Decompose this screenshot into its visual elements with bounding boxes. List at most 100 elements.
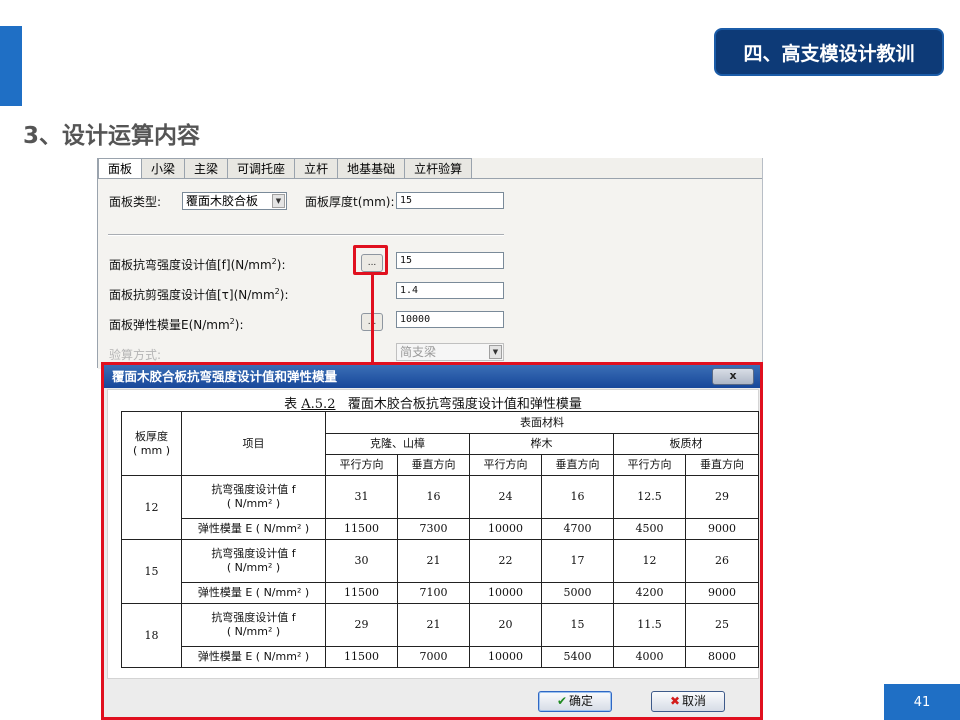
value-cell: 7100 [397, 582, 470, 604]
close-button[interactable]: x [712, 368, 754, 385]
checkmark-icon: ✔ [556, 694, 568, 708]
material-dialog: 覆面木胶合板抗弯强度设计值和弹性模量 x 表 A.5.2 覆面木胶合板抗弯强度设… [101, 362, 763, 720]
thickness-cell: 18 [121, 603, 182, 668]
chevron-down-icon: ▼ [272, 194, 285, 208]
item-elastic: 弹性模量 E ( N/mm² ) [181, 582, 326, 604]
calc-method-select[interactable]: 简支梁 ▼ [396, 343, 504, 361]
value-cell: 25 [685, 603, 759, 647]
close-icon: x [729, 369, 737, 382]
item-bending: 抗弯强度设计值 f( N/mm² ) [181, 475, 326, 519]
cross-icon: ✖ [669, 694, 681, 708]
value-cell: 4200 [613, 582, 686, 604]
header-direction: 垂直方向 [397, 454, 470, 476]
page-number: 41 [884, 684, 960, 720]
value-cell: 15 [541, 603, 614, 647]
value-cell: 5000 [541, 582, 614, 604]
shear-strength-label: 面板抗剪强度设计值[τ](N/mm2): [109, 287, 289, 302]
item-bending: 抗弯强度设计值 f( N/mm² ) [181, 539, 326, 583]
value-cell: 10000 [469, 646, 542, 668]
panel-type-label: 面板类型: [109, 195, 162, 209]
value-cell: 16 [541, 475, 614, 519]
value-cell: 26 [685, 539, 759, 583]
ok-button[interactable]: ✔ 确定 [538, 691, 612, 712]
section-title: 3、设计运算内容 [23, 123, 201, 149]
divider [108, 234, 504, 236]
spec-table: 板厚度( mm ) 项目 表面材料 克隆、山樟 桦木 板质材 平行方向 垂直方向… [121, 411, 759, 668]
value-cell: 11500 [325, 582, 398, 604]
header-direction: 平行方向 [325, 454, 398, 476]
elastic-modulus-label: 面板弹性模量E(N/mm2): [109, 317, 244, 332]
tab-pole-check[interactable]: 立杆验算 [404, 158, 473, 179]
thickness-input[interactable]: 15 [396, 192, 504, 209]
tab-bar: 面板 小梁 主梁 可调托座 立杆 地基基础 立杆验算 [98, 158, 473, 180]
item-elastic: 弹性模量 E ( N/mm² ) [181, 646, 326, 668]
table-row: 弹性模量 E ( N/mm² ) 11500 7000 10000 5400 4… [122, 646, 759, 668]
header-badge: 四、高支模设计教训 [714, 28, 944, 76]
bending-strength-label: 面板抗弯强度设计值[f](N/mm2): [109, 257, 286, 272]
elastic-modulus-input[interactable]: 10000 [396, 311, 504, 328]
header-surface-material: 表面材料 [325, 411, 759, 434]
table-row: 12 抗弯强度设计值 f( N/mm² ) 31 16 24 16 12.5 2… [121, 475, 759, 540]
header-direction: 垂直方向 [541, 454, 614, 476]
value-cell: 7000 [397, 646, 470, 668]
settings-window: 面板 小梁 主梁 可调托座 立杆 地基基础 立杆验算 面板类型: 覆面木胶合板 … [97, 158, 763, 369]
value-cell: 4000 [613, 646, 686, 668]
tab-pole[interactable]: 立杆 [294, 158, 339, 179]
thickness-cell: 12 [121, 475, 182, 540]
tab-adjustable-support[interactable]: 可调托座 [227, 158, 296, 179]
value-cell: 22 [469, 539, 542, 583]
cancel-button[interactable]: ✖ 取消 [651, 691, 725, 712]
tab-panel[interactable]: 面板 [98, 158, 143, 180]
calc-method-label: 验算方式: [109, 348, 162, 362]
value-cell: 20 [469, 603, 542, 647]
value-cell: 11500 [325, 518, 398, 540]
calc-method-value: 简支梁 [400, 345, 437, 359]
highlight-connector [371, 275, 374, 365]
shear-strength-input[interactable]: 1.4 [396, 282, 504, 299]
value-cell: 11500 [325, 646, 398, 668]
header-direction: 平行方向 [613, 454, 686, 476]
value-cell: 17 [541, 539, 614, 583]
header-material: 桦木 [469, 433, 614, 455]
panel-type-value: 覆面木胶合板 [186, 194, 259, 208]
value-cell: 31 [325, 475, 398, 519]
value-cell: 21 [397, 603, 470, 647]
value-cell: 16 [397, 475, 470, 519]
value-cell: 24 [469, 475, 542, 519]
table-row: 15 抗弯强度设计值 f( N/mm² ) 30 21 22 17 12 26 [121, 539, 759, 604]
value-cell: 29 [685, 475, 759, 519]
table-row: 18 抗弯强度设计值 f( N/mm² ) 29 21 20 15 11.5 2… [121, 603, 759, 668]
value-cell: 9000 [685, 582, 759, 604]
header-direction: 平行方向 [469, 454, 542, 476]
thickness-label: 面板厚度t(mm): [305, 195, 395, 209]
highlight-box [353, 245, 388, 275]
header-thickness: 板厚度( mm ) [121, 411, 182, 476]
header-item: 项目 [181, 411, 326, 476]
left-accent-bar [0, 26, 22, 106]
chevron-down-icon: ▼ [489, 345, 502, 359]
thickness-cell: 15 [121, 539, 182, 604]
panel-settings: 面板类型: 覆面木胶合板 ▼ 面板厚度t(mm): 15 面板抗弯强度设计值[f… [98, 178, 762, 369]
value-cell: 5400 [541, 646, 614, 668]
panel-type-select[interactable]: 覆面木胶合板 ▼ [182, 192, 287, 210]
table-caption: 表 A.5.2 覆面木胶合板抗弯强度设计值和弹性模量 [284, 397, 582, 412]
value-cell: 12.5 [613, 475, 686, 519]
value-cell: 12 [613, 539, 686, 583]
header-material: 克隆、山樟 [325, 433, 470, 455]
value-cell: 29 [325, 603, 398, 647]
value-cell: 8000 [685, 646, 759, 668]
value-cell: 7300 [397, 518, 470, 540]
tab-small-beam[interactable]: 小梁 [141, 158, 186, 179]
dialog-body: 表 A.5.2 覆面木胶合板抗弯强度设计值和弹性模量 板厚度( mm ) 项目 … [107, 389, 759, 679]
header-material: 板质材 [613, 433, 759, 455]
value-cell: 21 [397, 539, 470, 583]
tab-foundation[interactable]: 地基基础 [337, 158, 406, 179]
table-row: 弹性模量 E ( N/mm² ) 11500 7100 10000 5000 4… [122, 582, 759, 604]
value-cell: 30 [325, 539, 398, 583]
value-cell: 11.5 [613, 603, 686, 647]
value-cell: 10000 [469, 518, 542, 540]
tab-main-beam[interactable]: 主梁 [184, 158, 229, 179]
bending-strength-input[interactable]: 15 [396, 252, 504, 269]
header-direction: 垂直方向 [685, 454, 759, 476]
dialog-title: 覆面木胶合板抗弯强度设计值和弹性模量 [104, 365, 760, 388]
